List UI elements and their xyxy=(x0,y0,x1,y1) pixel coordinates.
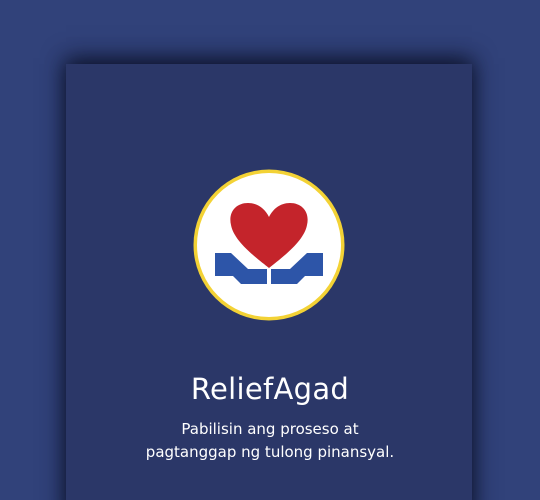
tagline-line-1: Pabilisin ang proseso at xyxy=(181,420,359,438)
heart-in-hands-icon xyxy=(193,169,345,321)
app-tagline: Pabilisin ang proseso at pagtanggap ng t… xyxy=(0,418,540,464)
app-logo xyxy=(192,168,346,322)
tagline-line-2: pagtanggap ng tulong pinansyal. xyxy=(145,443,395,461)
splash-screen: ReliefAgad Pabilisin ang proseso at pagt… xyxy=(0,0,540,500)
app-name: ReliefAgad xyxy=(190,372,350,406)
